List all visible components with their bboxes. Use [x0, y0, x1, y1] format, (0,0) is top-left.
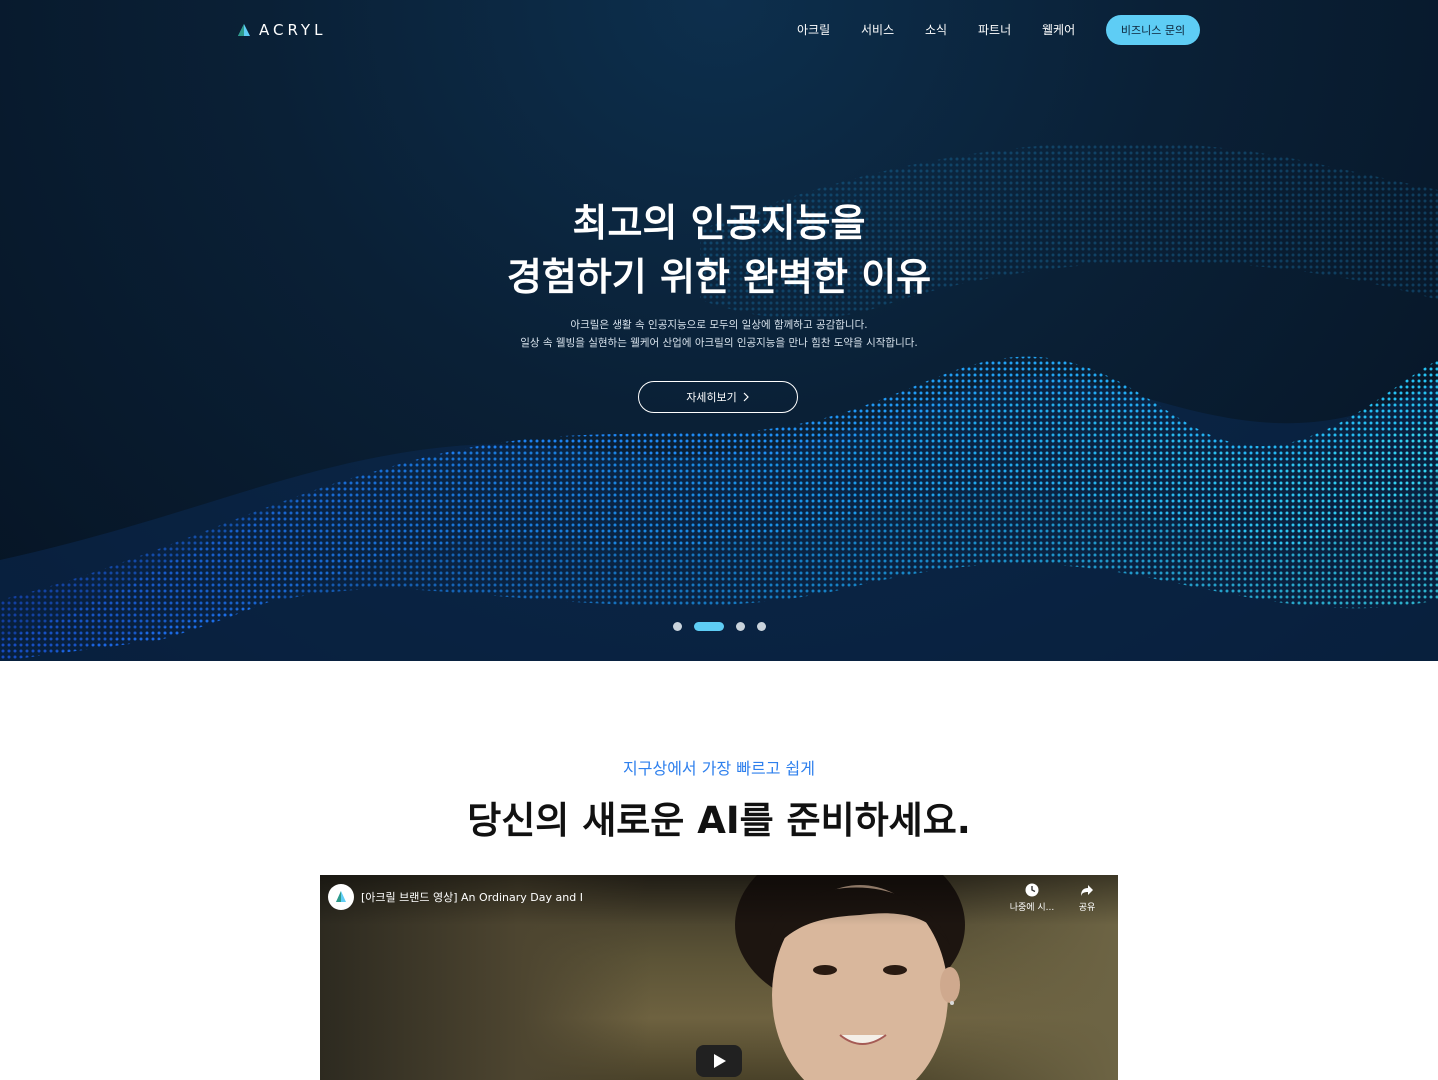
hero-title: 최고의 인공지능을 경험하기 위한 완벽한 이유: [0, 196, 1438, 304]
logo-triangle-icon: [238, 24, 250, 36]
nav-item-service[interactable]: 서비스: [861, 21, 894, 38]
carousel-dot-4[interactable]: [757, 622, 766, 631]
business-inquiry-button[interactable]: 비즈니스 문의: [1106, 15, 1200, 45]
play-button[interactable]: [696, 1045, 742, 1077]
logo-text: ACRYL: [259, 21, 327, 39]
hero-banner: ACRYL 아크릴 서비스 소식 파트너 웰케어 비즈니스 문의 최고의 인공지…: [0, 0, 1438, 661]
play-icon: [714, 1054, 726, 1068]
section-kicker: 지구상에서 가장 빠르고 쉽게: [623, 759, 815, 778]
share-button[interactable]: 공유: [1057, 883, 1117, 913]
learn-more-button[interactable]: 자세히보기: [638, 381, 798, 413]
watch-later-label: 나중에 시...: [1009, 903, 1055, 913]
learn-more-label: 자세히보기: [686, 391, 737, 404]
nav-item-wellcare[interactable]: 웰케어: [1042, 21, 1075, 38]
nav-item-news[interactable]: 소식: [925, 21, 947, 38]
chevron-right-icon: [743, 392, 749, 402]
video-title[interactable]: [아크릴 브랜드 영상] An Ordinary Day and I: [361, 889, 583, 905]
carousel-dot-3[interactable]: [736, 622, 745, 631]
nav-item-acryl[interactable]: 아크릴: [797, 21, 830, 38]
section-headline: 당신의 새로운 AI를 준비하세요.: [467, 799, 971, 842]
hero-title-line-2: 경험하기 위한 완벽한 이유: [506, 255, 932, 299]
acryl-channel-logo-icon: [336, 891, 346, 902]
watch-later-button[interactable]: 나중에 시...: [1002, 883, 1062, 913]
share-label: 공유: [1078, 903, 1096, 913]
brand-video-player[interactable]: [아크릴 브랜드 영상] An Ordinary Day and I 나중에 시…: [320, 875, 1118, 1080]
clock-icon: [1025, 883, 1039, 897]
hero-title-line-1: 최고의 인공지능을: [572, 201, 866, 245]
hero-subtitle-line-2: 일상 속 웰빙을 실현하는 웰케어 산업에 아크릴의 인공지능을 만나 힘찬 도…: [520, 337, 918, 349]
nav-item-partner[interactable]: 파트너: [978, 21, 1011, 38]
acryl-logo[interactable]: ACRYL: [237, 20, 326, 40]
hero-subtitle-line-1: 아크릴은 생활 속 인공지능으로 모두의 일상에 함께하고 공감합니다.: [570, 319, 868, 331]
carousel-dot-1[interactable]: [673, 622, 682, 631]
share-arrow-icon: [1081, 885, 1093, 896]
channel-avatar[interactable]: [328, 884, 354, 910]
hero-subtitle: 아크릴은 생활 속 인공지능으로 모두의 일상에 함께하고 공감합니다. 일상 …: [0, 316, 1438, 352]
carousel-dot-2[interactable]: [694, 622, 724, 631]
top-navigation: ACRYL 아크릴 서비스 소식 파트너 웰케어 비즈니스 문의: [0, 0, 1438, 60]
